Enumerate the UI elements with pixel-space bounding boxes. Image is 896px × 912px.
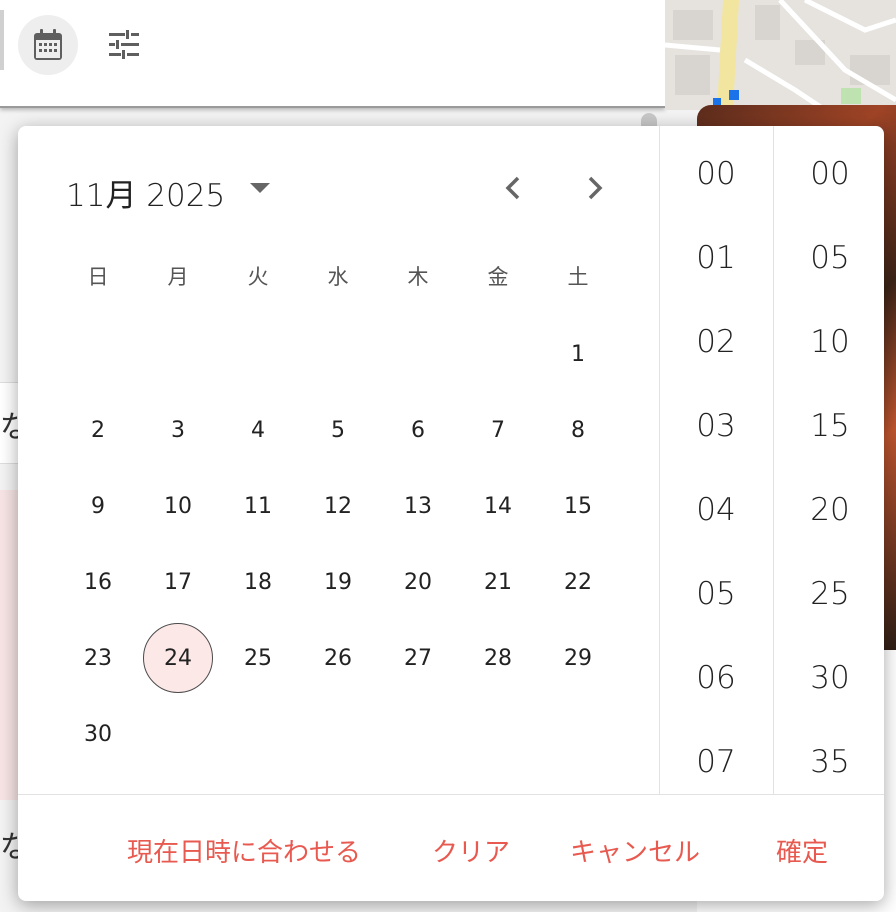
weekday-label: 土 bbox=[567, 265, 589, 289]
minute-option[interactable]: 30 bbox=[774, 660, 884, 696]
confirm-button[interactable]: 確定 bbox=[776, 832, 828, 869]
calendar-icon bbox=[34, 29, 62, 60]
day-cell[interactable]: 6 bbox=[383, 395, 453, 465]
footer-divider bbox=[18, 794, 884, 795]
hour-option[interactable]: 05 bbox=[660, 576, 772, 612]
day-cell[interactable]: 29 bbox=[543, 623, 613, 693]
month-year-label: 11月 2025 bbox=[66, 178, 226, 214]
day-cell-selected[interactable]: 24 bbox=[143, 623, 213, 693]
map-thumbnail bbox=[665, 0, 896, 110]
day-cell[interactable]: 14 bbox=[463, 471, 533, 541]
hour-option[interactable]: 01 bbox=[660, 240, 772, 276]
minute-option[interactable]: 25 bbox=[774, 576, 884, 612]
tune-icon bbox=[109, 30, 139, 59]
day-cell[interactable]: 30 bbox=[63, 699, 133, 769]
weekday-label: 金 bbox=[487, 265, 509, 289]
day-cell[interactable]: 13 bbox=[383, 471, 453, 541]
minute-option[interactable]: 15 bbox=[774, 408, 884, 444]
weekday-label: 火 bbox=[247, 265, 269, 289]
datetime-picker-dialog: 11月 2025 日月火水木金土 1 2 3 4 5 6 7 8 9 10 11 12 13 14 15 16… bbox=[18, 126, 884, 901]
hour-option[interactable]: 03 bbox=[660, 408, 772, 444]
day-cell[interactable]: 5 bbox=[303, 395, 373, 465]
chevron-left-icon bbox=[505, 176, 520, 200]
day-cell[interactable]: 11 bbox=[223, 471, 293, 541]
day-cell[interactable]: 8 bbox=[543, 395, 613, 465]
minute-option[interactable]: 05 bbox=[774, 240, 884, 276]
hour-option[interactable]: 06 bbox=[660, 660, 772, 696]
caret-down-icon bbox=[250, 183, 270, 193]
month-dropdown-button[interactable] bbox=[248, 178, 272, 198]
minute-option[interactable]: 00 bbox=[774, 156, 884, 192]
day-cell[interactable]: 3 bbox=[143, 395, 213, 465]
day-cell[interactable]: 28 bbox=[463, 623, 533, 693]
clear-button[interactable]: クリア bbox=[432, 832, 510, 869]
day-cell[interactable]: 7 bbox=[463, 395, 533, 465]
weekday-label: 日 bbox=[87, 265, 109, 289]
minute-option[interactable]: 10 bbox=[774, 324, 884, 360]
next-month-button[interactable] bbox=[576, 170, 612, 206]
filter-button[interactable] bbox=[94, 15, 154, 75]
hour-option[interactable]: 07 bbox=[660, 744, 772, 780]
chevron-right-icon bbox=[588, 176, 603, 200]
day-cell[interactable]: 21 bbox=[463, 547, 533, 617]
cancel-button[interactable]: キャンセル bbox=[570, 832, 700, 869]
day-cell[interactable]: 2 bbox=[63, 395, 133, 465]
day-cell[interactable]: 26 bbox=[303, 623, 373, 693]
background-text-fragment: な bbox=[0, 410, 18, 445]
app-toolbar bbox=[0, 0, 665, 108]
day-cell[interactable]: 1 bbox=[543, 319, 613, 389]
day-cell[interactable]: 15 bbox=[543, 471, 613, 541]
day-cell[interactable]: 9 bbox=[63, 471, 133, 541]
set-now-button[interactable]: 現在日時に合わせる bbox=[127, 832, 361, 869]
weekday-label: 水 bbox=[327, 265, 349, 289]
background-text-fragment: な bbox=[0, 830, 18, 865]
day-cell[interactable]: 22 bbox=[543, 547, 613, 617]
day-cell[interactable]: 20 bbox=[383, 547, 453, 617]
previous-month-button[interactable] bbox=[496, 170, 532, 206]
day-cell[interactable]: 17 bbox=[143, 547, 213, 617]
day-cell[interactable]: 12 bbox=[303, 471, 373, 541]
weekday-label: 月 bbox=[167, 265, 189, 289]
calendar-button[interactable] bbox=[18, 15, 78, 75]
day-cell[interactable]: 18 bbox=[223, 547, 293, 617]
minute-option[interactable]: 35 bbox=[774, 744, 884, 780]
minute-option[interactable]: 20 bbox=[774, 492, 884, 528]
day-cell[interactable]: 4 bbox=[223, 395, 293, 465]
day-cell[interactable]: 23 bbox=[63, 623, 133, 693]
hour-option[interactable]: 02 bbox=[660, 324, 772, 360]
day-cell[interactable]: 25 bbox=[223, 623, 293, 693]
hour-option[interactable]: 00 bbox=[660, 156, 772, 192]
background-list-highlight bbox=[0, 490, 18, 800]
day-cell[interactable]: 16 bbox=[63, 547, 133, 617]
toolbar-edge bbox=[0, 10, 4, 70]
day-cell[interactable]: 27 bbox=[383, 623, 453, 693]
weekday-label: 木 bbox=[407, 265, 429, 289]
hour-option[interactable]: 04 bbox=[660, 492, 772, 528]
day-cell[interactable]: 10 bbox=[143, 471, 213, 541]
day-cell[interactable]: 19 bbox=[303, 547, 373, 617]
